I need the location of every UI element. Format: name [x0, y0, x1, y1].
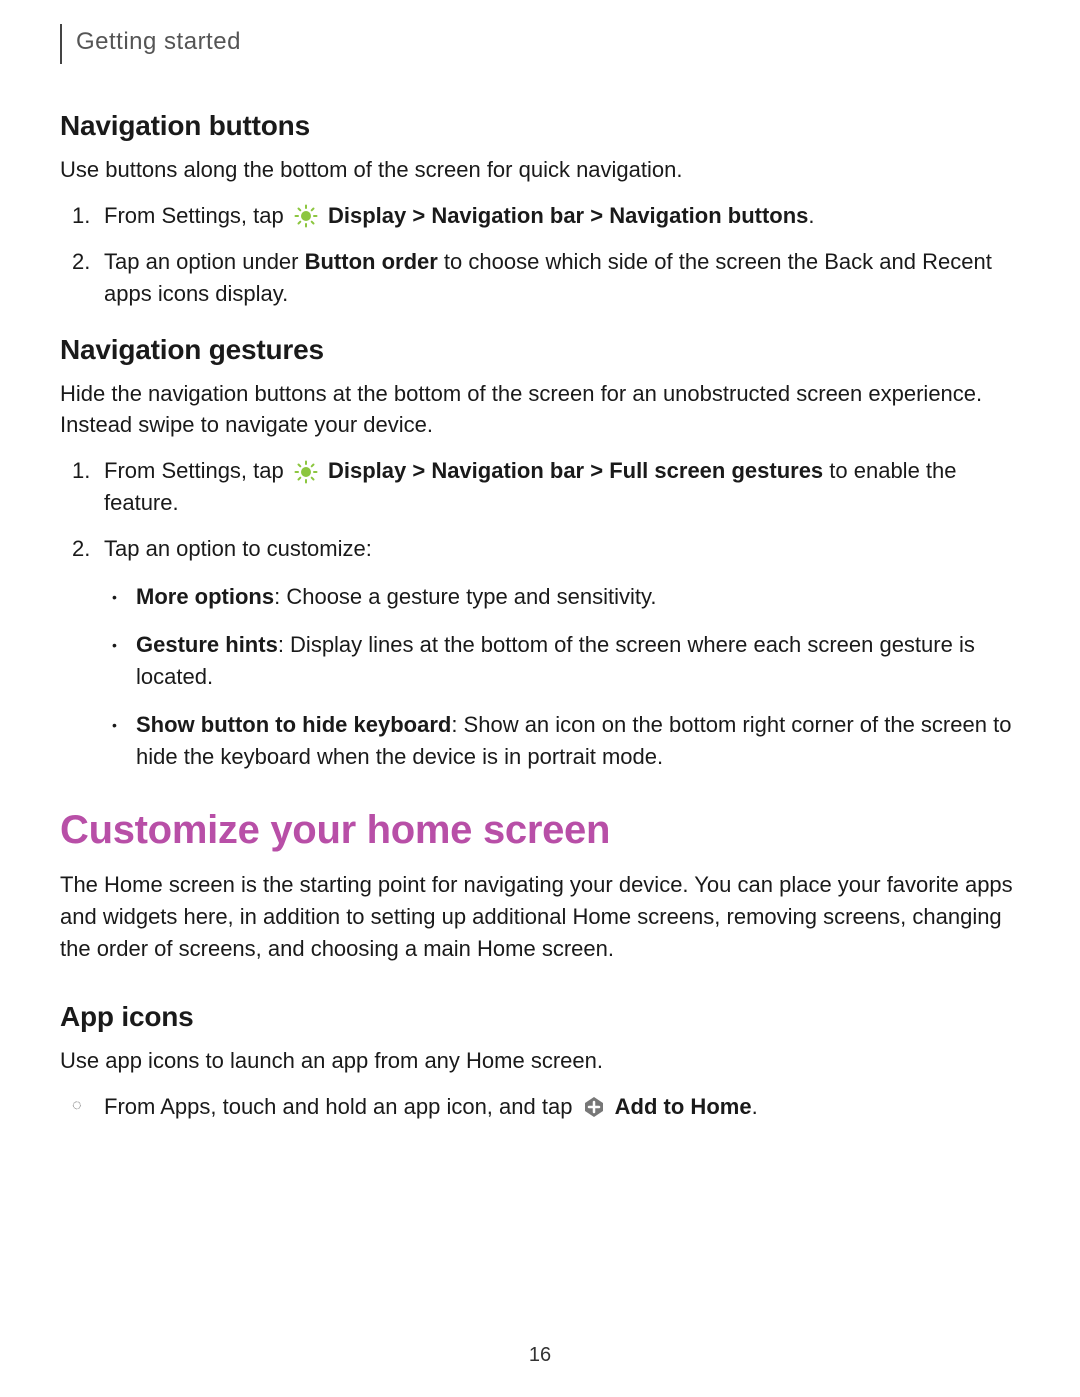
app-icons-bullet: From Apps, touch and hold an app icon, a…	[104, 1091, 1020, 1123]
heading-customize-home: Customize your home screen	[60, 808, 1020, 853]
step-bold: Button order	[305, 249, 438, 274]
nav-buttons-step1: From Settings, tap Displ	[104, 200, 1020, 232]
nav-buttons-steps: From Settings, tap Displ	[60, 200, 1020, 310]
bullet-bold: Add to Home	[615, 1094, 752, 1119]
sub-bold: Show button to hide keyboard	[136, 712, 451, 737]
nav-gestures-sublist: More options: Choose a gesture type and …	[104, 581, 1020, 772]
nav-gestures-step2: Tap an option to customize: More options…	[104, 533, 1020, 772]
nav-gestures-steps: From Settings, tap Displ	[60, 455, 1020, 772]
bullet-text: From Apps, touch and hold an app icon, a…	[104, 1094, 579, 1119]
step-bold: Display > Navigation bar > Navigation bu…	[328, 203, 808, 228]
nav-buttons-step2: Tap an option under Button order to choo…	[104, 246, 1020, 310]
nav-buttons-intro: Use buttons along the bottom of the scre…	[60, 154, 1020, 186]
heading-app-icons: App icons	[60, 1001, 1020, 1033]
vertical-bar	[60, 24, 62, 64]
home-screen-intro: The Home screen is the starting point fo…	[60, 869, 1020, 965]
sublist-item: Gesture hints: Display lines at the bott…	[136, 629, 1020, 693]
section-label: Getting started	[76, 28, 241, 56]
heading-navigation-gestures: Navigation gestures	[60, 334, 1020, 366]
page-number: 16	[0, 1344, 1080, 1367]
header-rule: Getting started	[60, 28, 1020, 64]
step-text: Tap an option under	[104, 249, 305, 274]
sub-bold: Gesture hints	[136, 632, 278, 657]
nav-gestures-step1: From Settings, tap Displ	[104, 455, 1020, 519]
sublist-item: Show button to hide keyboard: Show an ic…	[136, 709, 1020, 773]
sub-text: : Choose a gesture type and sensitivity.	[274, 584, 656, 609]
bullet-suffix: .	[752, 1094, 758, 1119]
sub-bold: More options	[136, 584, 274, 609]
add-icon	[583, 1096, 605, 1118]
nav-gestures-intro: Hide the navigation buttons at the botto…	[60, 378, 1020, 442]
sublist-item: More options: Choose a gesture type and …	[136, 581, 1020, 613]
brightness-icon	[294, 460, 318, 484]
step-text: From Settings, tap	[104, 458, 290, 483]
step-bold: Display > Navigation bar > Full screen g…	[328, 458, 823, 483]
brightness-icon	[294, 204, 318, 228]
step-text: From Settings, tap	[104, 203, 290, 228]
app-icons-intro: Use app icons to launch an app from any …	[60, 1045, 1020, 1077]
app-icons-list: From Apps, touch and hold an app icon, a…	[60, 1091, 1020, 1123]
heading-navigation-buttons: Navigation buttons	[60, 110, 1020, 142]
step-suffix: .	[808, 203, 814, 228]
step-text: Tap an option to customize:	[104, 536, 372, 561]
